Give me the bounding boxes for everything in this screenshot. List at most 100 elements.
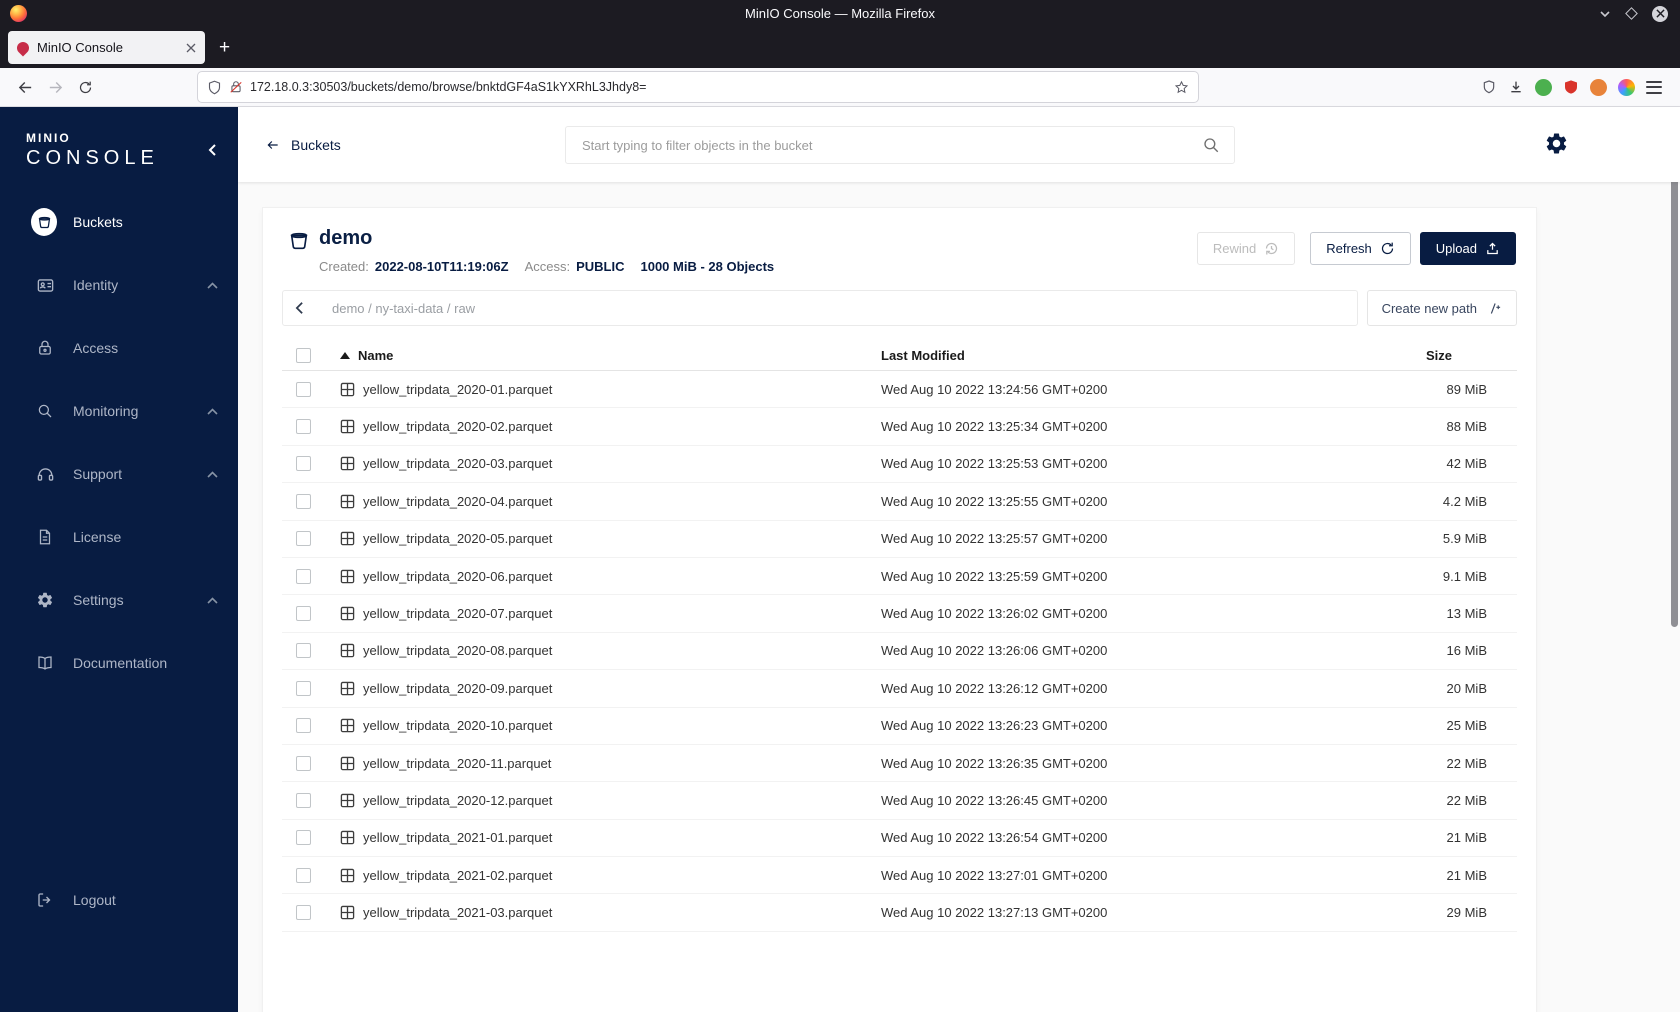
extension-green-icon[interactable]: [1535, 78, 1552, 96]
row-checkbox[interactable]: [296, 606, 311, 622]
sidebar-item-identity[interactable]: Identity: [0, 261, 238, 309]
object-name[interactable]: yellow_tripdata_2020-08.parquet: [363, 643, 881, 658]
extension-orange-icon[interactable]: [1590, 78, 1607, 96]
object-name[interactable]: yellow_tripdata_2020-11.parquet: [363, 756, 881, 771]
window-maximize-button[interactable]: [1625, 7, 1638, 20]
extension-shield-icon[interactable]: [1481, 79, 1497, 95]
path-back-chevron-icon[interactable]: [295, 301, 304, 315]
table-row[interactable]: yellow_tripdata_2020-10.parquet Wed Aug …: [282, 708, 1517, 745]
sidebar-item-label: Support: [73, 466, 123, 482]
row-checkbox[interactable]: [296, 830, 311, 846]
window-minimize-button[interactable]: [1599, 8, 1611, 20]
object-name[interactable]: yellow_tripdata_2021-02.parquet: [363, 868, 881, 883]
table-row[interactable]: yellow_tripdata_2020-06.parquet Wed Aug …: [282, 558, 1517, 596]
table-row[interactable]: yellow_tripdata_2020-12.parquet Wed Aug …: [282, 782, 1517, 820]
object-name[interactable]: yellow_tripdata_2020-05.parquet: [363, 531, 881, 546]
object-name[interactable]: yellow_tripdata_2020-04.parquet: [363, 494, 881, 509]
row-checkbox[interactable]: [296, 493, 311, 509]
row-checkbox[interactable]: [296, 718, 311, 734]
row-checkbox[interactable]: [296, 905, 311, 921]
extension-colorful-icon[interactable]: [1618, 78, 1635, 96]
sidebar-item-access[interactable]: Access: [0, 324, 238, 372]
reload-button[interactable]: [70, 72, 100, 102]
url-text[interactable]: 172.18.0.3:30503/buckets/demo/browse/bnk…: [250, 80, 1167, 94]
sidebar-item-monitoring[interactable]: Monitoring: [0, 387, 238, 435]
object-name[interactable]: yellow_tripdata_2021-01.parquet: [363, 830, 881, 845]
row-checkbox[interactable]: [296, 419, 311, 435]
tracking-protection-shield-icon[interactable]: [207, 80, 222, 95]
column-header-size[interactable]: Size: [1426, 348, 1503, 363]
table-row[interactable]: yellow_tripdata_2020-08.parquet Wed Aug …: [282, 633, 1517, 671]
search-input[interactable]: [580, 136, 1202, 154]
object-name[interactable]: yellow_tripdata_2020-12.parquet: [363, 793, 881, 808]
scrollbar-thumb[interactable]: [1671, 107, 1678, 627]
select-all-checkbox[interactable]: [296, 347, 311, 363]
object-name[interactable]: yellow_tripdata_2020-03.parquet: [363, 456, 881, 471]
back-to-buckets-link[interactable]: Buckets: [265, 137, 341, 153]
sidebar-item-documentation[interactable]: Documentation: [0, 639, 238, 687]
minio-console-logo: MINIO CONSOLE: [26, 131, 159, 169]
table-row[interactable]: yellow_tripdata_2020-03.parquet Wed Aug …: [282, 446, 1517, 484]
back-arrow-icon: [265, 138, 281, 152]
object-name[interactable]: yellow_tripdata_2020-07.parquet: [363, 606, 881, 621]
table-row[interactable]: yellow_tripdata_2021-03.parquet Wed Aug …: [282, 894, 1517, 932]
table-row[interactable]: yellow_tripdata_2020-07.parquet Wed Aug …: [282, 595, 1517, 633]
object-name[interactable]: yellow_tripdata_2020-10.parquet: [363, 718, 881, 733]
column-header-name[interactable]: Name: [358, 348, 393, 363]
chevron-up-icon: [207, 470, 218, 478]
upload-button[interactable]: Upload: [1419, 232, 1516, 265]
row-checkbox[interactable]: [296, 680, 311, 696]
lock-insecure-icon[interactable]: [229, 80, 243, 94]
table-row[interactable]: yellow_tripdata_2020-05.parquet Wed Aug …: [282, 521, 1517, 558]
rewind-button[interactable]: Rewind: [1196, 232, 1296, 265]
menu-icon[interactable]: [1646, 80, 1662, 94]
table-row[interactable]: yellow_tripdata_2020-01.parquet Wed Aug …: [282, 371, 1517, 409]
downloads-icon[interactable]: [1508, 79, 1524, 95]
row-checkbox[interactable]: [296, 792, 311, 808]
sidebar-item-logout[interactable]: Logout: [0, 876, 238, 924]
row-checkbox[interactable]: [296, 643, 311, 659]
object-name[interactable]: yellow_tripdata_2020-02.parquet: [363, 419, 881, 434]
row-checkbox[interactable]: [296, 531, 311, 547]
sidebar-item-settings[interactable]: Settings: [0, 576, 238, 624]
browser-tab[interactable]: MinIO Console: [8, 31, 205, 64]
table-row[interactable]: yellow_tripdata_2020-02.parquet Wed Aug …: [282, 408, 1517, 446]
url-bar[interactable]: 172.18.0.3:30503/buckets/demo/browse/bnk…: [198, 72, 1198, 102]
table-row[interactable]: yellow_tripdata_2021-02.parquet Wed Aug …: [282, 857, 1517, 895]
object-filter-searchbox[interactable]: [565, 126, 1235, 164]
object-name[interactable]: yellow_tripdata_2020-01.parquet: [363, 382, 881, 397]
sort-ascending-icon[interactable]: [340, 351, 350, 359]
column-header-modified[interactable]: Last Modified: [881, 348, 1426, 363]
table-row[interactable]: yellow_tripdata_2020-11.parquet Wed Aug …: [282, 745, 1517, 783]
refresh-button[interactable]: Refresh: [1310, 232, 1411, 265]
sidebar-collapse-icon[interactable]: [206, 143, 218, 157]
row-checkbox[interactable]: [296, 456, 311, 472]
console-settings-gear-icon[interactable]: [1544, 131, 1569, 156]
row-checkbox[interactable]: [296, 755, 311, 771]
object-size: 16 MiB: [1446, 643, 1487, 659]
sidebar-item-license[interactable]: License: [0, 513, 238, 561]
ublock-origin-icon[interactable]: [1563, 79, 1579, 95]
create-new-path-button[interactable]: Create new path: [1366, 290, 1517, 326]
bookmark-star-icon[interactable]: [1174, 80, 1189, 95]
sidebar: MINIO CONSOLE Buckets Identity Access Mo…: [0, 107, 238, 1012]
object-name[interactable]: yellow_tripdata_2020-09.parquet: [363, 681, 881, 696]
row-checkbox[interactable]: [296, 867, 311, 883]
row-checkbox[interactable]: [296, 568, 311, 584]
sidebar-item-support[interactable]: Support: [0, 450, 238, 498]
sidebar-item-buckets[interactable]: Buckets: [0, 198, 238, 246]
table-row[interactable]: yellow_tripdata_2020-04.parquet Wed Aug …: [282, 483, 1517, 521]
back-button[interactable]: [10, 72, 40, 102]
tab-close-icon[interactable]: [186, 43, 196, 53]
breadcrumb[interactable]: demo / ny-taxi-data / raw: [332, 301, 475, 316]
window-close-button[interactable]: [1652, 5, 1668, 22]
row-checkbox[interactable]: [296, 381, 311, 397]
sidebar-item-label: Monitoring: [73, 403, 139, 419]
table-row[interactable]: yellow_tripdata_2020-09.parquet Wed Aug …: [282, 670, 1517, 708]
object-name[interactable]: yellow_tripdata_2021-03.parquet: [363, 905, 881, 920]
table-row[interactable]: yellow_tripdata_2021-01.parquet Wed Aug …: [282, 820, 1517, 858]
object-name[interactable]: yellow_tripdata_2020-06.parquet: [363, 569, 881, 584]
new-tab-button[interactable]: +: [219, 38, 230, 57]
bucket-usage: 1000 MiB - 28 Objects: [640, 259, 775, 274]
forward-button[interactable]: [40, 72, 70, 102]
